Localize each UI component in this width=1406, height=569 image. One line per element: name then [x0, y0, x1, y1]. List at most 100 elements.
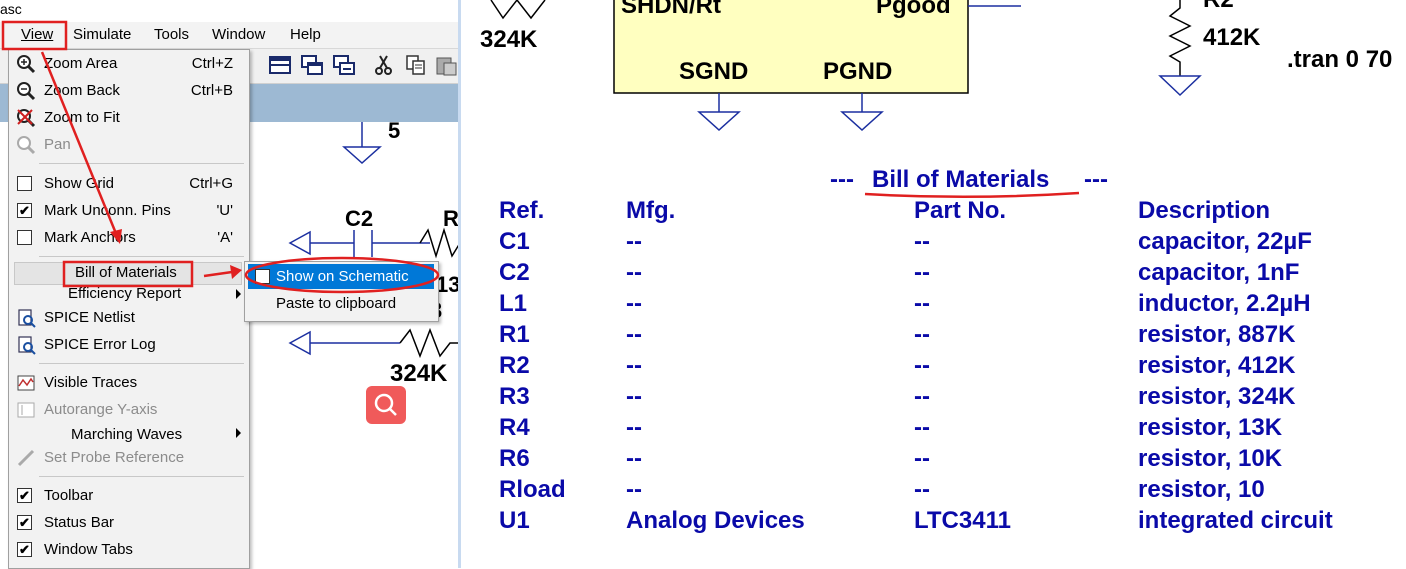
mark-unconn-checkbox: ✔ — [17, 203, 32, 218]
menu-toolbar-label: Toolbar — [44, 487, 94, 504]
bom-title-prefix: --- — [830, 166, 854, 193]
menu-show-grid-shortcut: Ctrl+G — [189, 175, 233, 192]
menu-status-bar[interactable]: ✔ Status Bar — [9, 510, 249, 536]
spice-directive-tran: .tran 0 70 — [1287, 46, 1393, 73]
bom-cell-part: -- — [914, 321, 930, 348]
menu-show-grid[interactable]: Show Grid Ctrl+G — [9, 171, 249, 197]
bom-cell-desc: resistor, 13K — [1138, 414, 1283, 441]
menu-simulate[interactable]: Simulate — [73, 26, 131, 43]
menu-separator — [39, 476, 244, 477]
menu-bom-label: Bill of Materials — [75, 264, 177, 281]
label-r-partial: R — [443, 206, 459, 231]
menu-zoom-back-shortcut: Ctrl+B — [190, 82, 233, 99]
menu-efficiency-report[interactable]: Efficiency Report — [9, 283, 249, 305]
copy-icon[interactable] — [404, 54, 428, 76]
menu-window-tabs-label: Window Tabs — [44, 541, 133, 558]
bom-cell-desc: integrated circuit — [1138, 507, 1333, 534]
menu-spice-netlist-label: SPICE Netlist — [44, 309, 135, 326]
pan-icon — [17, 136, 36, 155]
toolbar-checkbox: ✔ — [17, 488, 32, 503]
menu-zoom-area-shortcut: Ctrl+Z — [191, 55, 233, 72]
bom-cell-desc: resistor, 10K — [1138, 445, 1283, 472]
tile-horizontal-icon[interactable] — [268, 54, 292, 76]
error-log-icon — [18, 336, 36, 355]
menu-zoom-fit-label: Zoom to Fit — [44, 109, 120, 126]
bom-cell-mfg: -- — [626, 290, 642, 317]
bom-cell-ref: R3 — [499, 383, 530, 410]
menu-pan-label: Pan — [44, 136, 71, 153]
bom-cell-desc: capacitor, 22µF — [1138, 228, 1312, 255]
label-324k-left: 324K — [390, 360, 448, 387]
bom-cell-part: -- — [914, 290, 930, 317]
bom-cell-mfg: -- — [626, 321, 642, 348]
label-412k: 412K — [1203, 24, 1261, 51]
show-grid-checkbox — [17, 176, 32, 191]
bom-cell-ref: C2 — [499, 259, 530, 286]
menu-marching-waves[interactable]: Marching Waves — [9, 422, 249, 446]
bom-header-mfg: Mfg. — [626, 197, 676, 224]
floating-search-button[interactable] — [366, 386, 406, 424]
menu-tools[interactable]: Tools — [154, 26, 189, 43]
menu-toolbar[interactable]: ✔ Toolbar — [9, 483, 249, 509]
paste-clipboard-label: Paste to clipboard — [276, 295, 397, 312]
menu-zoom-area[interactable]: Zoom Area Ctrl+Z — [9, 51, 249, 77]
menu-show-grid-label: Show Grid — [44, 175, 115, 192]
menu-help[interactable]: Help — [290, 26, 321, 43]
menu-window-tabs[interactable]: ✔ Window Tabs — [9, 537, 249, 563]
submenu-paste-clipboard[interactable]: Paste to clipboard — [248, 292, 434, 317]
bom-cell-desc: capacitor, 1nF — [1138, 259, 1300, 286]
bom-cell-part: LTC3411 — [914, 507, 1011, 534]
autorange-icon — [17, 402, 35, 418]
bom-cell-mfg: Analog Devices — [626, 507, 805, 534]
zoom-fit-icon — [17, 109, 36, 128]
submenu-arrow-icon — [236, 428, 241, 438]
menu-probe-label: Set Probe Reference — [44, 449, 185, 466]
bom-cell-mfg: -- — [626, 414, 642, 441]
bom-cell-mfg: -- — [626, 476, 642, 503]
bom-cell-ref: R6 — [499, 445, 530, 472]
title-bar: asc — [0, 0, 460, 22]
bom-cell-desc: resistor, 412K — [1138, 352, 1296, 379]
cascade-windows-icon[interactable] — [300, 54, 324, 76]
menu-visible-traces[interactable]: Visible Traces — [9, 370, 249, 396]
menu-mark-unconn-shortcut: 'U' — [216, 202, 233, 219]
bom-cell-ref: R2 — [499, 352, 530, 379]
bom-cell-part: -- — [914, 259, 930, 286]
mark-anchors-checkbox — [17, 230, 32, 245]
label-5: 5 — [388, 118, 401, 143]
show-on-schematic-checkbox — [255, 269, 270, 284]
show-on-schematic-label: Show on Schematic — [276, 268, 409, 285]
menu-mark-unconn-label: Mark Unconn. Pins — [44, 202, 171, 219]
schematic-canvas-right[interactable]: 324K SHDN/Rt Pgood SGND PGND R2 412K .tr… — [461, 0, 1406, 568]
menu-bill-of-materials[interactable]: Bill of Materials — [9, 261, 249, 285]
bom-submenu: Show on Schematic Paste to clipboard — [244, 261, 439, 322]
paste-icon[interactable] — [434, 54, 458, 76]
menu-spice-netlist[interactable]: SPICE Netlist — [9, 305, 249, 331]
menu-window[interactable]: Window — [212, 26, 265, 43]
menu-spice-error-log[interactable]: SPICE Error Log — [9, 332, 249, 358]
zoom-back-icon — [17, 82, 36, 101]
window-title: asc — [0, 1, 22, 17]
menu-view[interactable]: View — [21, 26, 53, 43]
search-icon — [374, 393, 397, 416]
menu-status-bar-label: Status Bar — [44, 514, 115, 531]
bom-cell-mfg: -- — [626, 445, 642, 472]
menu-mark-anchors[interactable]: Mark Anchors 'A' — [9, 225, 249, 251]
menu-zoom-back-label: Zoom Back — [44, 82, 120, 99]
bom-cell-mfg: -- — [626, 228, 642, 255]
menu-zoom-back[interactable]: Zoom Back Ctrl+B — [9, 78, 249, 104]
menu-mark-anchors-shortcut: 'A' — [217, 229, 233, 246]
menu-mark-unconn[interactable]: ✔ Mark Unconn. Pins 'U' — [9, 198, 249, 224]
zoom-area-icon — [17, 55, 36, 74]
bom-cell-ref: L1 — [499, 290, 528, 317]
arrange-icons-icon[interactable] — [332, 54, 356, 76]
cut-icon[interactable] — [372, 54, 396, 76]
netlist-icon — [18, 309, 36, 328]
bom-cell-desc: inductor, 2.2µH — [1138, 290, 1311, 317]
menu-set-probe-reference[interactable]: Set Probe Reference — [9, 445, 249, 471]
menu-pan[interactable]: Pan — [9, 132, 249, 158]
submenu-show-on-schematic[interactable]: Show on Schematic — [248, 264, 434, 289]
menu-autorange[interactable]: Autorange Y-axis — [9, 397, 249, 423]
menu-zoom-fit[interactable]: Zoom to Fit — [9, 105, 249, 131]
menu-separator — [39, 163, 244, 164]
